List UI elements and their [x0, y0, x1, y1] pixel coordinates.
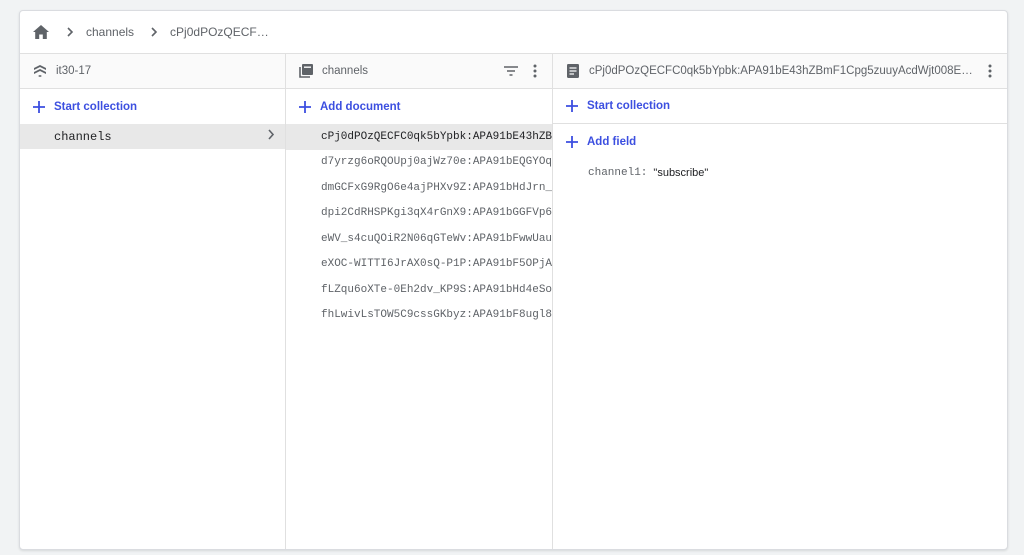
chevron-right-icon [146, 24, 162, 40]
field-key: channel1: [588, 167, 648, 179]
document-panel-header: cPj0dPOzQECFC0qk5bYpbk:APA91bE43hZBmF1Cp… [553, 54, 1007, 89]
plus-icon [565, 99, 579, 113]
document-item[interactable]: eWV_s4cuQOiR2N06qGTeWv:APA91bFwwUau [286, 226, 552, 252]
firestore-data-viewer: channels cPj0dPOzQECF… it30-17 Start col… [19, 10, 1008, 550]
root-panel-header: it30-17 [20, 54, 285, 89]
document-title: cPj0dPOzQECFC0qk5bYpbk:APA91bE43hZBmF1Cp… [589, 65, 975, 77]
document-list: cPj0dPOzQECFC0qk5bYpbk:APA91bE43hZB d7yr… [286, 124, 552, 328]
home-icon[interactable] [32, 23, 50, 41]
root-panel: it30-17 Start collection channels [20, 54, 286, 549]
panels: it30-17 Start collection channels channe… [20, 54, 1007, 549]
plus-icon [32, 100, 46, 114]
collection-panel-header: channels [286, 54, 552, 89]
document-item[interactable]: fLZqu6oXTe-0Eh2dv_KP9S:APA91bHd4eSo [286, 277, 552, 303]
more-vert-icon[interactable] [981, 62, 999, 80]
document-item[interactable]: cPj0dPOzQECFC0qk5bYpbk:APA91bE43hZB [286, 124, 552, 150]
project-title: it30-17 [56, 65, 92, 77]
start-collection-button[interactable]: Start collection [553, 89, 1007, 124]
start-collection-label: Start collection [587, 100, 671, 112]
add-document-label: Add document [320, 100, 401, 113]
document-item[interactable]: dmGCFxG9RgO6e4ajPHXv9Z:APA91bHdJrn_ [286, 175, 552, 201]
collection-item-channels[interactable]: channels [20, 124, 285, 149]
document-panel: cPj0dPOzQECFC0qk5bYpbk:APA91bE43hZBmF1Cp… [553, 54, 1007, 549]
filter-icon[interactable] [502, 62, 520, 80]
breadcrumb-document[interactable]: cPj0dPOzQECF… [170, 25, 269, 39]
more-vert-icon[interactable] [526, 62, 544, 80]
breadcrumb: channels cPj0dPOzQECF… [20, 11, 1007, 54]
add-field-button[interactable]: Add field [553, 124, 1007, 159]
collection-title: channels [322, 65, 369, 77]
document-item[interactable]: eXOC-WITTI6JrAX0sQ-P1P:APA91bF5OPjA [286, 252, 552, 278]
collection-panel: channels Add document cPj0dPOzQECFC0qk5b… [286, 54, 553, 549]
field-value: "subscribe" [653, 167, 709, 179]
start-collection-button[interactable]: Start collection [20, 89, 285, 124]
collection-icon [298, 63, 314, 79]
collection-label: channels [54, 129, 112, 144]
plus-icon [298, 100, 312, 114]
add-field-label: Add field [587, 135, 637, 148]
document-item[interactable]: fhLwivLsTOW5C9cssGKbyz:APA91bF8ugl8 [286, 303, 552, 329]
document-icon [565, 63, 581, 79]
breadcrumb-channels[interactable]: channels [86, 25, 134, 39]
start-collection-label: Start collection [54, 100, 138, 113]
add-document-button[interactable]: Add document [286, 89, 552, 124]
document-item[interactable]: dpi2CdRHSPKgi3qX4rGnX9:APA91bGGFVp6 [286, 201, 552, 227]
chevron-right-icon [267, 129, 275, 144]
firestore-icon [32, 63, 48, 79]
plus-icon [565, 135, 579, 149]
field-row[interactable]: channel1: "subscribe" [553, 161, 1007, 185]
document-item[interactable]: d7yrzg6oRQOUpj0ajWz70e:APA91bEQGYOq [286, 150, 552, 176]
chevron-right-icon [62, 24, 78, 40]
